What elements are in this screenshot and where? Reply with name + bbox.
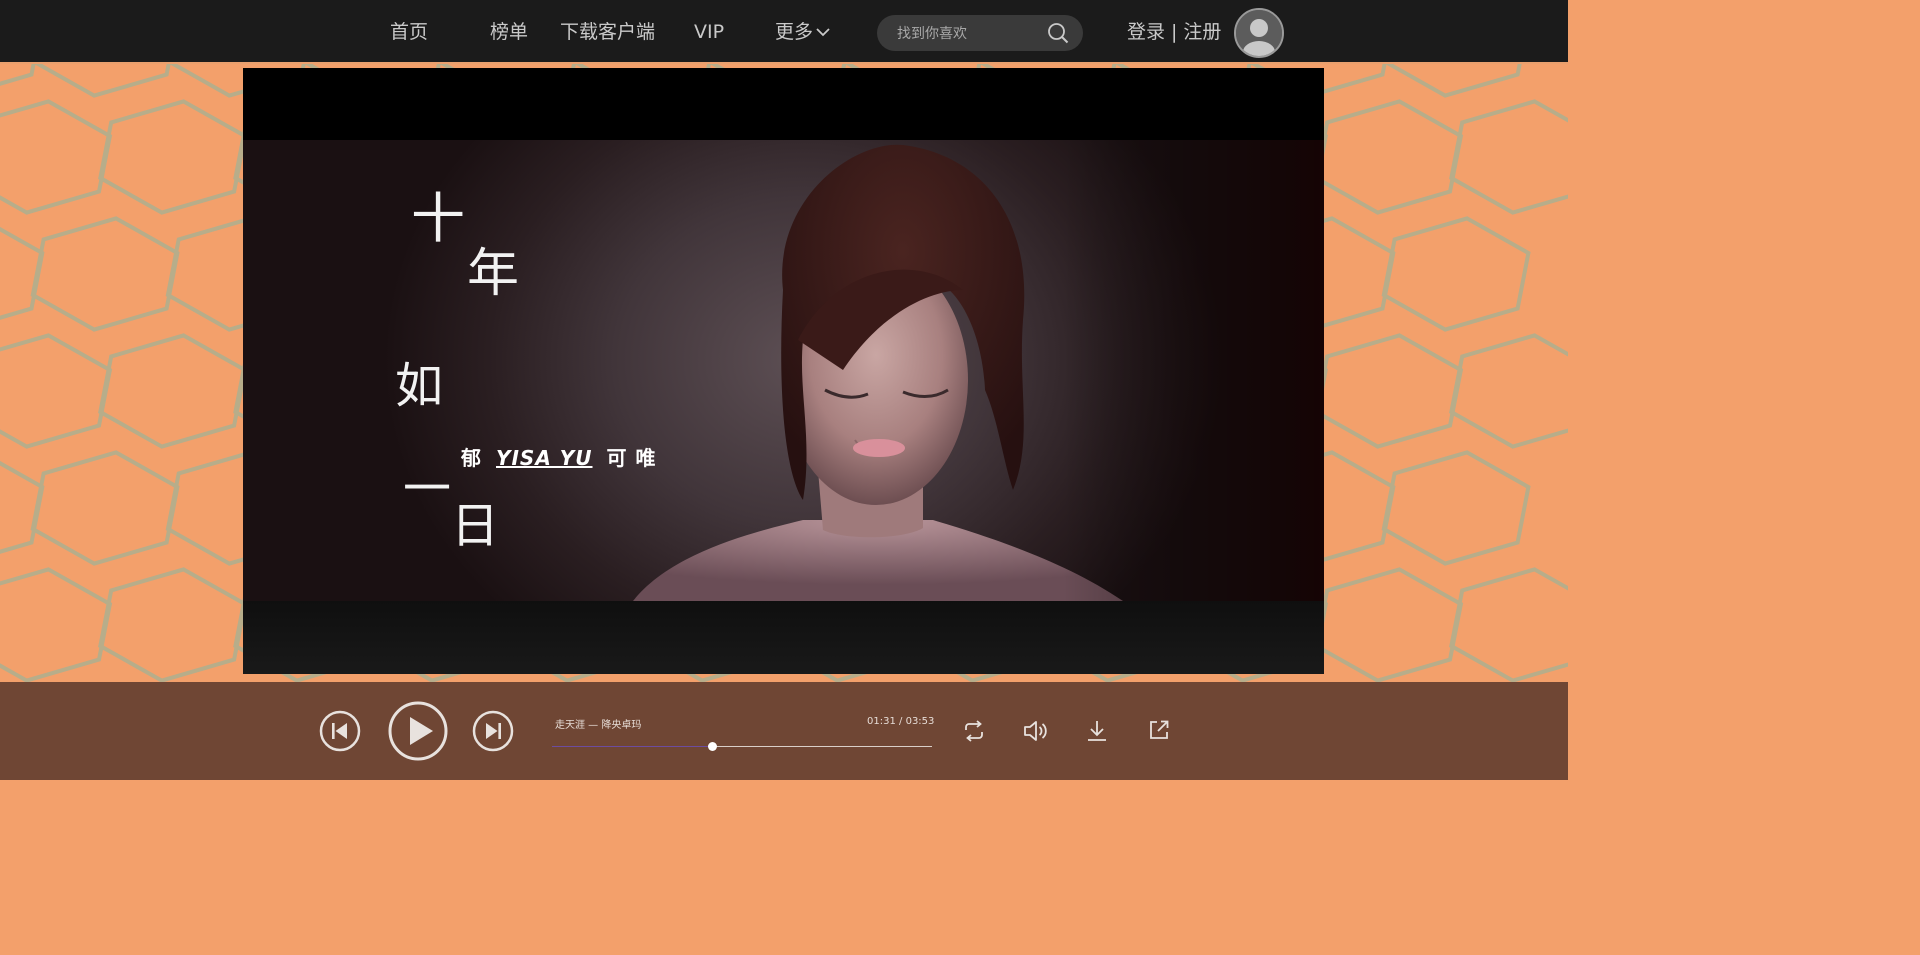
hexagon-cell xyxy=(30,216,180,332)
search-icon[interactable] xyxy=(1047,22,1069,44)
auth-separator: | xyxy=(1171,21,1178,43)
hexagon-cell xyxy=(1313,99,1464,215)
hexagon-cell xyxy=(0,333,113,449)
search-input[interactable] xyxy=(895,15,1049,53)
track-time: 01:31 / 03:53 xyxy=(867,716,934,727)
user-avatar[interactable] xyxy=(1234,8,1284,58)
track-title: 走天涯 — 降央卓玛 xyxy=(555,720,642,731)
progress-played xyxy=(552,746,712,747)
download-icon[interactable] xyxy=(1086,719,1108,743)
register-link[interactable]: 注册 xyxy=(1183,20,1221,44)
nav-vip[interactable]: VIP xyxy=(694,20,724,44)
hexagon-cell xyxy=(98,99,248,215)
nav-home[interactable]: 首页 xyxy=(390,20,428,44)
overlay-title-char: 十 xyxy=(411,187,465,250)
hexagon-cell xyxy=(1449,333,1568,449)
chevron-down-icon xyxy=(816,28,830,37)
hexagon-cell xyxy=(30,450,180,566)
total-time: 03:53 xyxy=(905,716,935,727)
nav-more[interactable]: 更多 xyxy=(775,20,831,44)
hexagon-cell xyxy=(98,567,248,683)
auth-links: 登录 | 注册 xyxy=(1127,20,1221,44)
video-player[interactable]: 十 年 如 一 日 郁 YISA YU 可 唯 xyxy=(243,68,1324,674)
search-box xyxy=(877,15,1083,53)
hexagon-cell xyxy=(1449,567,1568,683)
overlay-title-char: 年 xyxy=(467,244,520,304)
hexagon-cell xyxy=(1381,216,1531,332)
hexagon-cell xyxy=(98,333,248,449)
progress-bar[interactable] xyxy=(552,742,932,751)
current-time: 01:31 xyxy=(867,716,896,727)
nav-download-client[interactable]: 下载客户端 xyxy=(560,20,655,44)
hexagon-cell xyxy=(1449,99,1568,215)
overlay-title-char: 一 xyxy=(403,461,452,517)
overlay-title-char: 日 xyxy=(451,498,500,554)
skip-next-icon[interactable] xyxy=(472,710,514,752)
video-letterbox-bottom xyxy=(243,601,1324,674)
volume-icon[interactable] xyxy=(1023,719,1049,743)
share-icon[interactable] xyxy=(1148,719,1170,741)
player-control-bar: 走天涯 — 降央卓玛 01:31 / 03:53 xyxy=(0,682,1568,780)
nav-more-label: 更多 xyxy=(775,21,814,43)
login-link[interactable]: 登录 xyxy=(1127,20,1165,44)
hexagon-cell xyxy=(0,567,113,683)
hexagon-cell xyxy=(1313,567,1464,683)
skip-previous-icon[interactable] xyxy=(319,710,361,752)
video-frame-image: 十 年 如 一 日 郁 YISA YU 可 唯 xyxy=(243,140,1324,601)
play-icon[interactable] xyxy=(387,700,449,762)
time-separator: / xyxy=(899,716,903,727)
top-navigation-bar: 首页 榜单 下载客户端 VIP 更多 登录 | 注册 xyxy=(0,0,1568,64)
progress-handle[interactable] xyxy=(707,742,717,751)
nav-charts[interactable]: 榜单 xyxy=(490,20,528,44)
artist-credit: 郁 YISA YU 可 唯 xyxy=(461,442,656,471)
artist-credit-latin: YISA YU xyxy=(496,446,593,470)
user-avatar-icon xyxy=(1236,10,1282,56)
artist-credit-cn-1: 郁 xyxy=(461,446,482,470)
overlay-title-char: 如 xyxy=(395,358,444,414)
artist-credit-cn-2: 可 唯 xyxy=(606,446,657,470)
hexagon-cell xyxy=(1313,333,1464,449)
hexagon-cell xyxy=(1381,450,1531,566)
repeat-icon[interactable] xyxy=(962,720,986,742)
hexagon-cell xyxy=(0,99,113,215)
